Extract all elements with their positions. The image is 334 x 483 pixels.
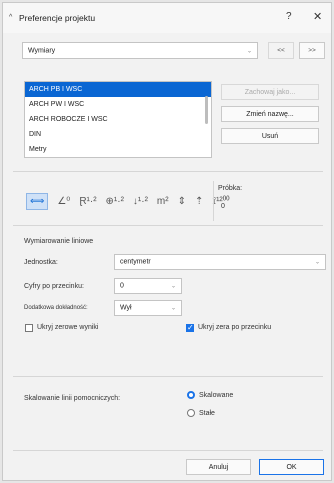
linear-dimension-icon[interactable]: ⟺ bbox=[26, 192, 49, 210]
help-icon[interactable]: ? bbox=[286, 11, 292, 22]
unit-label: Jednostka: bbox=[24, 259, 58, 266]
window-door-dimension-icon[interactable]: ⇕ bbox=[178, 196, 186, 207]
next-page-button[interactable]: >> bbox=[299, 42, 325, 59]
preferences-page-value: Wymiary bbox=[28, 47, 56, 54]
fixed-radio-label: Stałe bbox=[199, 410, 215, 417]
decimals-label: Cyfry po przecinku: bbox=[24, 283, 84, 290]
preferences-page-select[interactable]: Wymiary ⌄ bbox=[22, 42, 258, 59]
chevron-down-icon: ⌄ bbox=[314, 259, 320, 266]
cancel-button[interactable]: Anuluj bbox=[186, 459, 251, 475]
scaled-radio[interactable] bbox=[187, 391, 195, 399]
area-dimension-icon[interactable]: m² bbox=[157, 196, 169, 207]
list-item[interactable]: Metry bbox=[25, 142, 211, 157]
extra-accuracy-label: Dodatkowa dokładność: bbox=[24, 305, 88, 311]
divider bbox=[213, 181, 214, 221]
decimals-value: 0 bbox=[120, 282, 124, 290]
collapse-icon[interactable]: ^ bbox=[9, 14, 12, 21]
hide-zero-results-label: Ukryj zerowe wyniki bbox=[37, 324, 99, 331]
witness-scaling-label: Skalowanie linii pomocniczych: bbox=[24, 395, 121, 402]
fixed-radio[interactable] bbox=[187, 409, 195, 417]
hide-zero-results-checkbox[interactable] bbox=[25, 324, 33, 332]
dimension-type-toolbar: ⟺ ∠⁰ Ɽ¹·² ⊕¹·² ↓¹·² m² ⇕ ⇡ ⟟¹²⁰⁰ bbox=[24, 188, 230, 214]
hide-zero-decimals-checkbox[interactable] bbox=[186, 323, 194, 332]
dimension-standards-list[interactable]: ARCH PB I WSC ARCH PW I WSC ARCH ROBOCZE… bbox=[24, 81, 212, 158]
close-icon[interactable]: ✕ bbox=[313, 10, 322, 23]
list-item[interactable]: ARCH PW I WSC bbox=[25, 97, 211, 112]
level-dimension-icon[interactable]: ⊕¹·² bbox=[106, 196, 124, 207]
sill-height-icon[interactable]: ⇡ bbox=[195, 196, 203, 207]
rename-button[interactable]: Zmień nazwę... bbox=[221, 106, 319, 122]
section-title: Wymiarowanie liniowe bbox=[24, 238, 94, 245]
chevron-down-icon: ⌄ bbox=[170, 283, 176, 290]
list-scrollbar[interactable] bbox=[205, 96, 208, 124]
preview-value: 0 bbox=[221, 203, 225, 210]
scaled-radio-label: Skalowane bbox=[199, 392, 234, 399]
list-item[interactable]: ARCH PB I WSC bbox=[25, 82, 211, 97]
angle-dimension-icon[interactable]: ∠⁰ bbox=[57, 196, 70, 207]
hide-zero-decimals-label: Ukryj zera po przecinku bbox=[198, 324, 272, 331]
unit-value: centymetr bbox=[120, 258, 151, 266]
chevron-down-icon: ⌄ bbox=[246, 48, 252, 54]
divider bbox=[13, 171, 323, 172]
ok-button[interactable]: OK bbox=[259, 459, 324, 475]
unit-select[interactable]: centymetr ⌄ bbox=[114, 254, 326, 270]
extra-accuracy-select[interactable]: Wył ⌄ bbox=[114, 300, 182, 316]
list-item[interactable]: ARCH ROBOCZE I WSC bbox=[25, 112, 211, 127]
list-item[interactable]: DIN bbox=[25, 127, 211, 142]
preferences-dialog: ^ Preferencje projektu ? ✕ Wymiary ⌄ << … bbox=[2, 2, 332, 481]
previous-page-button[interactable]: << bbox=[268, 42, 294, 59]
chevron-down-icon: ⌄ bbox=[170, 305, 176, 312]
decimals-select[interactable]: 0 ⌄ bbox=[114, 278, 182, 294]
title-bar: ^ Preferencje projektu ? ✕ bbox=[3, 3, 331, 33]
elevation-dimension-icon[interactable]: ↓¹·² bbox=[133, 196, 148, 207]
divider bbox=[13, 450, 323, 451]
radius-dimension-icon[interactable]: Ɽ¹·² bbox=[79, 196, 96, 207]
preview-label: Próbka: bbox=[218, 185, 243, 192]
delete-button[interactable]: Usuń bbox=[221, 128, 319, 144]
divider bbox=[13, 376, 323, 377]
divider bbox=[13, 225, 323, 226]
dialog-title: Preferencje projektu bbox=[19, 13, 96, 23]
save-as-button[interactable]: Zachowaj jako... bbox=[221, 84, 319, 100]
extra-accuracy-value: Wył bbox=[120, 304, 132, 312]
